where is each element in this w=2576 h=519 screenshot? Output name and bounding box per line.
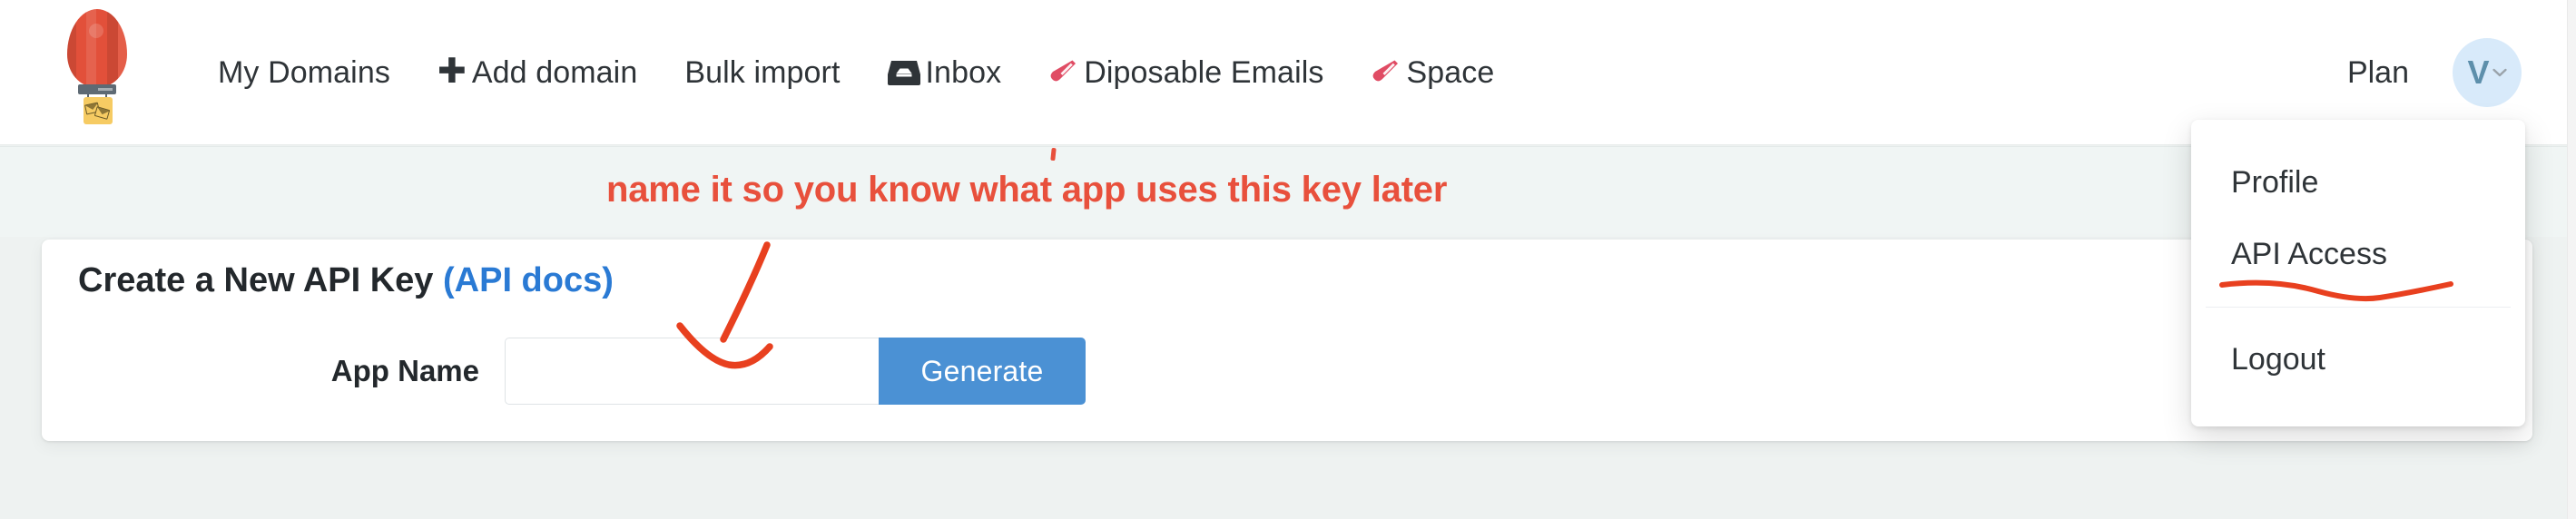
dropdown-item-label: Logout bbox=[2231, 342, 2325, 377]
dropdown-item-profile[interactable]: Profile bbox=[2191, 147, 2525, 219]
dropdown-item-api-access[interactable]: API Access bbox=[2191, 219, 2525, 302]
app-name-input[interactable] bbox=[505, 338, 879, 405]
brand-logo[interactable] bbox=[54, 7, 142, 134]
card-title-text: Create a New API Key bbox=[78, 261, 434, 299]
avatar[interactable]: V bbox=[2453, 38, 2522, 107]
nav-item-plan[interactable]: Plan bbox=[2347, 55, 2409, 91]
hot-air-balloon-icon bbox=[67, 9, 127, 87]
nav-item-label: Diposable Emails bbox=[1084, 54, 1324, 90]
envelope-icon bbox=[93, 106, 111, 120]
nav-links: My Domains ✚ Add domain Bulk import Inbo… bbox=[218, 0, 1518, 145]
app-name-input-group: Generate bbox=[505, 338, 1086, 405]
api-docs-link[interactable]: (API docs) bbox=[443, 261, 614, 299]
chevron-down-icon bbox=[2492, 68, 2507, 77]
nav-item-bulk-import[interactable]: Bulk import bbox=[661, 55, 863, 91]
create-api-key-card: Create a New API Key (API docs) App Name… bbox=[42, 240, 2532, 441]
annotation-tick-mark bbox=[1050, 147, 1057, 162]
nav-item-space[interactable]: Space bbox=[1347, 55, 1518, 91]
balloon-basket-icon bbox=[84, 97, 113, 124]
hand-drawn-underline-icon bbox=[2219, 279, 2453, 302]
test-tube-icon bbox=[1048, 58, 1078, 88]
annotation-note-text: name it so you know what app uses this k… bbox=[606, 170, 1448, 210]
app-name-form-row: App Name Generate bbox=[42, 338, 2532, 405]
nav-item-label: Inbox bbox=[925, 54, 1002, 90]
balloon-bar bbox=[78, 84, 116, 94]
nav-item-label: Bulk import bbox=[684, 54, 841, 90]
nav-item-diposable-emails[interactable]: Diposable Emails bbox=[1025, 55, 1347, 91]
nav-item-label: Add domain bbox=[471, 54, 638, 90]
plus-icon: ✚ bbox=[437, 53, 467, 91]
page-root: My Domains ✚ Add domain Bulk import Inbo… bbox=[0, 0, 2576, 519]
nav-item-add-domain[interactable]: ✚ Add domain bbox=[414, 53, 661, 91]
dropdown-item-logout[interactable]: Logout bbox=[2191, 324, 2525, 396]
nav-item-inbox[interactable]: Inbox bbox=[864, 55, 1026, 91]
annotation-banner-strip: name it so you know what app uses this k… bbox=[0, 146, 2576, 237]
app-name-label: App Name bbox=[330, 354, 479, 387]
dropdown-item-label: API Access bbox=[2231, 237, 2387, 271]
nav-item-my-domains[interactable]: My Domains bbox=[218, 55, 414, 91]
account-dropdown-menu: Profile API Access Logout bbox=[2191, 120, 2525, 426]
avatar-initial: V bbox=[2467, 54, 2490, 91]
window-scrollbar-gutter[interactable] bbox=[2567, 0, 2576, 519]
balloon-highlight bbox=[89, 24, 103, 38]
generate-button[interactable]: Generate bbox=[879, 338, 1086, 405]
card-title: Create a New API Key (API docs) bbox=[78, 261, 614, 300]
dropdown-divider bbox=[2206, 307, 2511, 308]
dropdown-item-label: Profile bbox=[2231, 165, 2319, 200]
nav-item-label: Space bbox=[1406, 54, 1495, 90]
test-tube-icon bbox=[1371, 58, 1401, 88]
nav-item-label: My Domains bbox=[218, 54, 390, 90]
top-navbar: My Domains ✚ Add domain Bulk import Inbo… bbox=[0, 0, 2576, 145]
inbox-tray-icon bbox=[887, 59, 920, 86]
